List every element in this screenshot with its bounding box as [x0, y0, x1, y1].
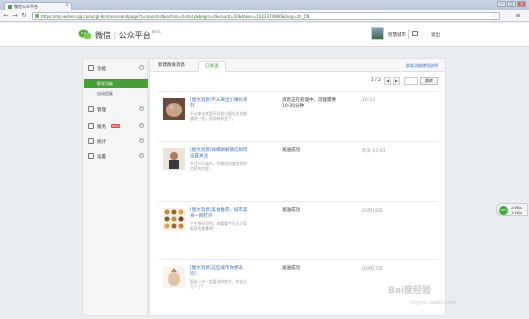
expand-icon[interactable]: +: [139, 123, 144, 128]
forward-button[interactable]: →: [11, 12, 19, 20]
favicon-icon: [8, 4, 12, 9]
article-thumbnail: [163, 98, 185, 120]
sidebar-group-settings[interactable]: 设置 +: [83, 151, 149, 161]
send-date: 03月17日: [362, 267, 383, 272]
browser-toolbar: ← → ↻ https://mp.weixin.qq.com/cgi-bin/m…: [0, 10, 529, 22]
sidebar-group-function[interactable]: 功能 −: [83, 63, 149, 73]
prev-page-button[interactable]: ◀: [384, 76, 391, 85]
sidebar-item-auto-reply[interactable]: 自动回复: [84, 89, 148, 98]
beta-badge: BETA: [151, 30, 161, 34]
tab-sent[interactable]: 已发送: [198, 61, 226, 72]
help-link[interactable]: 群发功能使用说明: [406, 63, 438, 69]
send-status: 消息正在处理中，可能需要10-20分钟: [282, 98, 336, 109]
browser-titlebar: 微信公众平台 × — □ ✕: [0, 0, 529, 10]
upload-speed: 2.6K/s: [511, 205, 522, 210]
send-status: 发送成功: [282, 208, 300, 213]
article-summary: 下午茶时间到，来看看今天为大家推荐的美食吧！: [190, 221, 247, 231]
brand-title: 微信 | 公众平台BETA: [95, 30, 161, 40]
expand-icon[interactable]: +: [139, 106, 144, 111]
lock-icon: [35, 14, 39, 18]
back-button[interactable]: ←: [2, 12, 10, 20]
manage-icon: [88, 106, 94, 112]
article-summary: 不从来出来是不同发小镇长文化都建地一些，现场有机会了。: [190, 111, 247, 121]
sidebar: 功能 − 群发功能 自动回复 管理 + 服务 NEW + 统计 + 设置 +: [82, 58, 148, 316]
divider: [408, 30, 409, 39]
tab-bar: 新建群发消息 已发送 群发功能使用说明: [150, 59, 445, 72]
logout-link[interactable]: 退出: [431, 32, 440, 38]
expand-icon[interactable]: +: [139, 138, 144, 143]
expand-icon[interactable]: +: [139, 153, 144, 158]
article-title[interactable]: [图文消息]这些城市你想去吗？: [190, 266, 250, 278]
stats-icon: [88, 138, 94, 144]
window-controls: — □ ✕: [497, 1, 526, 7]
sidebar-item-mass-send[interactable]: 群发功能: [84, 79, 148, 88]
menu-icon[interactable]: ≡: [513, 12, 523, 20]
message-icon[interactable]: [412, 31, 418, 36]
collapse-icon[interactable]: −: [139, 65, 144, 70]
function-icon: [88, 65, 94, 71]
table-row[interactable]: [图文消息]美食推荐，城市美食一网打尽 下午茶时间到，来看看今天为大家推荐的美食…: [158, 201, 438, 259]
watermark-url: jingyan.baidu.com: [410, 300, 457, 306]
address-bar[interactable]: https://mp.weixin.qq.com/cgi-bin/masssen…: [32, 12, 500, 20]
speed-percent: 59%: [499, 206, 508, 215]
send-status: 发送成功: [282, 266, 300, 271]
send-date: 昨天 15:43: [362, 149, 386, 154]
page-indicator: 1 / 2: [370, 78, 381, 83]
reload-button[interactable]: ↻: [20, 12, 28, 20]
pagination: 1 / 2 ◀ ▶ 跳转: [371, 76, 438, 85]
app-header: 微信 | 公众平台BETA 智慧城市 退出: [0, 23, 529, 47]
sidebar-group-stats[interactable]: 统计 +: [83, 136, 149, 146]
article-title[interactable]: [图文消息]不从来出小镇长系列: [190, 98, 250, 110]
network-speed-widget[interactable]: 59% 2.6K/s 1.2K/s: [496, 203, 528, 216]
browser-tab[interactable]: 微信公众平台 ×: [4, 2, 72, 10]
main-panel: 新建群发消息 已发送 群发功能使用说明 1 / 2 ◀ ▶ 跳转 [图文消息]不…: [149, 58, 446, 316]
sidebar-group-service[interactable]: 服务 NEW +: [83, 121, 149, 131]
url-text: https://mp.weixin.qq.com/cgi-bin/masssen…: [41, 13, 310, 19]
article-summary: 据说一生一定要去的地方，你去过几个了？: [190, 279, 247, 289]
table-row[interactable]: [图文消息]不从来出小镇长系列 不从来出来是不同发小镇长文化都建地一些，现场有机…: [158, 91, 438, 141]
table-row[interactable]: [图文消息]详细讲解微信如何设置关注 关注什么城市，并想如何变成你的信息的内容.…: [158, 141, 438, 201]
send-date: 03月18日: [362, 209, 383, 214]
page-jump-input[interactable]: [404, 76, 418, 85]
maximize-button[interactable]: □: [507, 1, 516, 7]
article-title[interactable]: [图文消息]详细讲解微信如何设置关注: [190, 148, 250, 160]
minimize-button[interactable]: —: [497, 1, 506, 7]
send-status: 发送成功: [282, 148, 300, 153]
article-thumbnail: [163, 208, 185, 230]
new-badge: NEW: [111, 123, 121, 128]
account-name[interactable]: 智慧城市: [388, 32, 406, 38]
wechat-logo-icon: [78, 29, 92, 40]
bookmark-star-icon[interactable]: ☆: [492, 13, 496, 19]
article-title[interactable]: [图文消息]美食推荐，城市美食一网打尽: [190, 208, 250, 220]
settings-icon: [88, 153, 94, 159]
article-thumbnail: [163, 266, 185, 288]
jump-button[interactable]: 跳转: [420, 76, 438, 85]
sidebar-group-manage[interactable]: 管理 +: [83, 104, 149, 114]
watermark: Bai度经验: [388, 286, 432, 296]
article-thumbnail: [163, 148, 185, 170]
account-avatar[interactable]: [371, 27, 384, 40]
close-window-button[interactable]: ✕: [517, 1, 526, 7]
send-date: 16:23: [362, 98, 375, 103]
tab-new-mass-message[interactable]: 新建群发消息: [152, 61, 191, 72]
article-summary: 关注什么城市，并想如何变成你的信息的内容...: [190, 161, 247, 171]
next-page-button[interactable]: ▶: [393, 76, 400, 85]
service-icon: [88, 123, 94, 129]
tab-close-icon[interactable]: ×: [65, 3, 69, 8]
download-speed: 1.2K/s: [511, 210, 522, 215]
